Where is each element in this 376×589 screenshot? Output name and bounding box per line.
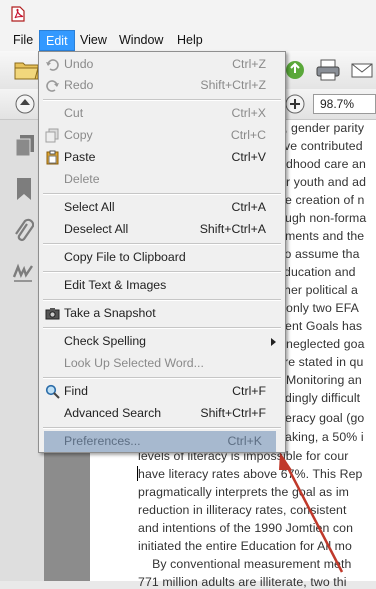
edit-menu-dropdown: Undo Ctrl+Z Redo Shift+Ctrl+Z Cut Ctrl+X… [38,51,286,453]
undo-shortcut: Ctrl+Z [232,57,266,71]
menu-separator [43,299,281,301]
menu-separator [43,327,281,329]
attachments-icon[interactable] [12,218,34,244]
find-label: Find [64,384,88,398]
menu-item-cut[interactable]: Cut Ctrl+X [40,103,284,124]
title-bar [0,0,376,30]
edit-text-images-label: Edit Text & Images [64,278,167,292]
preferences-label: Preferences... [64,434,141,448]
cut-shortcut: Ctrl+X [231,106,266,120]
copy-label: Copy [64,128,93,142]
document-text-line: to assume tha [281,247,360,261]
menu-item-undo[interactable]: Undo Ctrl+Z [40,54,284,75]
menu-separator [43,243,281,245]
undo-icon [46,59,59,71]
menu-item-deselect-all[interactable]: Deselect All Shift+Ctrl+A [40,219,284,240]
advanced-search-shortcut: Shift+Ctrl+F [200,406,266,420]
acrobat-app-icon [11,6,25,22]
document-text-line: ugh non-forma [285,211,367,225]
bookmarks-icon[interactable] [15,177,33,201]
copy-shortcut: Ctrl+C [230,128,266,142]
undo-label: Undo [64,57,94,71]
preferences-shortcut: Ctrl+K [227,434,262,448]
print-icon[interactable] [315,58,341,82]
copy-file-to-clipboard-label: Copy File to Clipboard [64,250,186,264]
document-text-line: , gender parity [284,121,365,135]
document-text-line: ments and the [285,229,365,243]
menu-separator [43,271,281,273]
open-folder-icon[interactable] [14,59,40,81]
menu-file[interactable]: File [7,30,39,51]
page-thumbnails-icon[interactable] [14,134,36,158]
document-text-line: Monitoring an [286,373,362,387]
menu-item-advanced-search[interactable]: Advanced Search Shift+Ctrl+F [40,403,284,424]
menu-item-copy-file-to-clipboard[interactable]: Copy File to Clipboard [40,247,284,268]
paste-icon [46,150,59,165]
menu-separator [43,193,281,195]
menu-separator [43,427,281,429]
find-shortcut: Ctrl+F [232,384,266,398]
menu-item-copy[interactable]: Copy Ctrl+C [40,125,284,146]
menu-window[interactable]: Window [113,30,169,51]
menu-help[interactable]: Help [171,30,209,51]
copy-icon [45,128,59,143]
menu-item-delete[interactable]: Delete [40,169,284,190]
document-text-line: her political a [284,283,358,297]
menu-item-redo[interactable]: Redo Shift+Ctrl+Z [40,75,284,96]
document-text-line: aking, a 50% i [285,430,364,444]
menu-item-select-all[interactable]: Select All Ctrl+A [40,197,284,218]
submenu-arrow-icon [271,338,276,346]
menu-item-preferences[interactable]: Preferences... Ctrl+K [44,431,276,452]
redo-shortcut: Shift+Ctrl+Z [200,78,266,92]
document-text-line: re stated in qu [284,355,364,369]
signatures-icon[interactable] [12,263,34,283]
take-snapshot-label: Take a Snapshot [64,306,156,320]
menu-separator [43,99,281,101]
document-text-line: only two EFA [286,301,359,315]
email-icon[interactable] [350,58,374,82]
document-text-line: ducation and [284,265,356,279]
document-text-line: neglected goa [286,337,365,351]
zoom-level-field[interactable]: 98.7% [313,94,376,114]
delete-label: Delete [64,172,100,186]
deselect-all-label: Deselect All [64,222,129,236]
advanced-search-label: Advanced Search [64,406,162,420]
deselect-all-shortcut: Shift+Ctrl+A [199,222,266,236]
document-text-line: r youth and ad [286,175,367,189]
menu-item-check-spelling[interactable]: Check Spelling [40,331,284,352]
annotation-arrow [279,452,344,573]
document-text-line: ve contributed [284,139,363,153]
document-text-line: eracy goal (go [285,411,365,425]
select-all-shortcut: Ctrl+A [231,200,266,214]
paste-label: Paste [64,150,96,164]
document-text-line: dhood care an [286,157,366,171]
cut-label: Cut [64,106,84,120]
camera-icon [45,308,60,320]
select-all-label: Select All [64,200,115,214]
check-spelling-label: Check Spelling [64,334,147,348]
share-icon[interactable] [284,59,306,81]
redo-label: Redo [64,78,94,92]
document-text-line: ent Goals has [285,319,363,333]
menu-edit[interactable]: Edit [39,30,75,51]
paste-shortcut: Ctrl+V [231,150,266,164]
document-text-line: dingly difficult [285,391,361,405]
zoom-in-icon[interactable] [285,94,305,114]
text-cursor [137,466,138,481]
redo-icon [46,80,59,92]
menu-item-find[interactable]: Find Ctrl+F [40,381,284,402]
menu-item-paste[interactable]: Paste Ctrl+V [40,147,284,168]
look-up-word-label: Look Up Selected Word... [64,356,204,370]
menu-item-take-snapshot[interactable]: Take a Snapshot [40,303,284,324]
search-icon [45,384,60,399]
menu-bar: File Edit View Window Help [0,30,376,51]
menu-item-look-up-word[interactable]: Look Up Selected Word... [40,353,284,374]
menu-item-edit-text-images[interactable]: Edit Text & Images [40,275,284,296]
document-text-line: e creation of n [285,193,365,207]
menu-view[interactable]: View [74,30,113,51]
previous-page-icon[interactable] [14,94,36,114]
menu-separator [43,377,281,379]
